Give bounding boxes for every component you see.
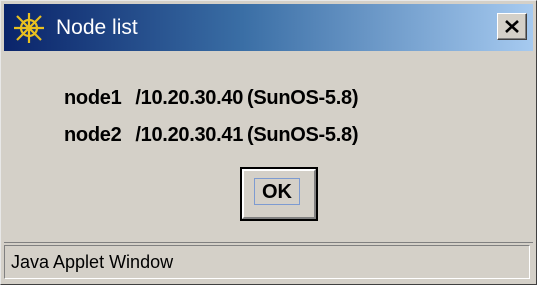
- node-name: node1: [64, 87, 122, 109]
- node-address: /10.20.30.40: [135, 87, 244, 109]
- node-entry: node1/10.20.30.40 (SunOS-5.8): [64, 83, 358, 113]
- node-list-dialog: Node list node1/10.20.30.40 (SunOS-5.8) n…: [0, 0, 537, 285]
- close-button[interactable]: [497, 13, 527, 40]
- ok-button-label: OK: [254, 178, 300, 205]
- node-name: node2: [64, 124, 122, 146]
- dialog-content: node1/10.20.30.40 (SunOS-5.8) node2/10.20…: [4, 51, 533, 234]
- node-address: /10.20.30.41: [135, 124, 244, 146]
- applet-warning-text: Java Applet Window: [11, 252, 174, 272]
- gear-asterisk-icon: [11, 11, 47, 45]
- status-bar: Java Applet Window: [4, 242, 533, 281]
- close-icon: [505, 20, 519, 33]
- status-field: Java Applet Window: [4, 245, 530, 279]
- window-title: Node list: [56, 16, 138, 39]
- node-os: (SunOS-5.8): [247, 87, 359, 109]
- title-bar[interactable]: Node list: [4, 4, 533, 51]
- node-entry: node2/10.20.30.41 (SunOS-5.8): [64, 120, 358, 150]
- node-os: (SunOS-5.8): [247, 124, 359, 146]
- ok-button[interactable]: OK: [240, 167, 318, 221]
